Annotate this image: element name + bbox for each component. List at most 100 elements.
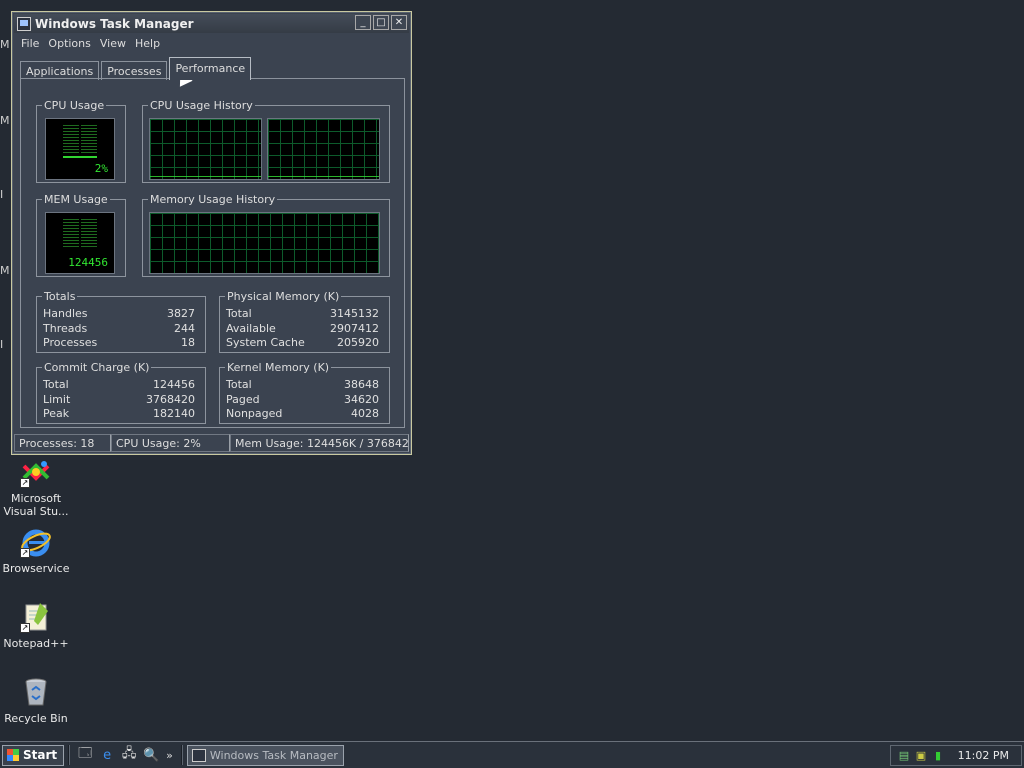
mem-usage-meter: 124456 [45, 212, 115, 274]
row-name: Total [226, 378, 252, 391]
row-value: 182140 [153, 407, 195, 420]
notepad-plus-plus-icon: ↗ [20, 601, 52, 633]
row-value: 244 [174, 322, 195, 335]
quick-launch-search-icon[interactable]: 🔍 [142, 746, 160, 764]
commit-row-total: Total 124456 [43, 378, 195, 392]
maximize-button[interactable]: □ [373, 15, 389, 30]
desktop-edge-glyph: I [0, 188, 4, 201]
task-manager-window[interactable]: Windows Task Manager _ □ ✕ File Options … [11, 11, 412, 455]
row-name: Limit [43, 393, 71, 406]
totals-group: Totals Handles 3827 Threads 244 Processes 1… [36, 290, 206, 353]
mem-usage-group: MEM Usage 124456 [36, 193, 126, 277]
status-bar: Processes: 18 CPU Usage: 2% Mem Usage: 1… [14, 434, 409, 452]
recycle-bin-icon [20, 676, 52, 708]
commit-charge-label: Commit Charge (K) [44, 361, 150, 374]
taskbar-button-label: Windows Task Manager [209, 748, 338, 762]
maximize-icon: □ [376, 17, 386, 28]
row-name: Paged [226, 393, 260, 406]
cpu-usage-bars [63, 125, 97, 155]
quick-launch-network-icon[interactable]: 🖧 [120, 746, 138, 764]
physical-memory-label: Physical Memory (K) [227, 290, 340, 303]
row-value: 3827 [167, 307, 195, 320]
row-value: 3768420 [146, 393, 195, 406]
row-name: Threads [43, 322, 88, 335]
taskbar-button-task-manager[interactable]: Windows Task Manager [186, 744, 344, 766]
window-controls: _ □ ✕ [355, 15, 407, 30]
row-name: Available [226, 322, 276, 335]
tray-task-manager-icon[interactable]: ▮ [931, 749, 945, 763]
title-bar[interactable]: Windows Task Manager _ □ ✕ [14, 14, 409, 33]
start-button[interactable]: Start [2, 744, 65, 766]
cpu-usage-meter: 2% [45, 118, 115, 180]
mem-history-graph [149, 212, 380, 274]
window-title: Windows Task Manager [35, 16, 194, 31]
cpu-history-graph-core-2 [267, 118, 380, 180]
mem-usage-label: MEM Usage [44, 193, 108, 206]
menu-bar: File Options View Help [14, 35, 409, 53]
task-manager-app-icon [17, 16, 31, 31]
mem-history-label: Memory Usage History [150, 193, 276, 206]
desktop-edge-glyph: M [0, 114, 10, 127]
kernel-memory-group: Kernel Memory (K) Total 38648 Paged 34620 … [219, 361, 390, 424]
taskbar-separator [180, 745, 183, 765]
cpu-history-graph-core-1 [149, 118, 262, 180]
row-value: 2907412 [330, 322, 379, 335]
row-value: 124456 [153, 378, 195, 391]
row-value: 38648 [344, 378, 379, 391]
quick-launch-browser-icon[interactable]: e [98, 746, 116, 764]
minimize-button[interactable]: _ [355, 15, 371, 30]
menu-options[interactable]: Options [45, 35, 96, 53]
taskbar: Start 🗔 e 🖧 🔍 » Windows Task Manager ▤ ▣… [0, 741, 1024, 768]
desktop-edge-glyph: I [0, 338, 4, 351]
status-cpu-usage: CPU Usage: 2% [111, 434, 230, 452]
close-button[interactable]: ✕ [391, 15, 407, 30]
desktop-edge-glyph: M [0, 264, 10, 277]
row-name: Nonpaged [226, 407, 283, 420]
desktop-icon-visual-studio[interactable]: ↗ Microsoft Visual Stu... [0, 456, 72, 518]
row-name: Total [226, 307, 252, 320]
cpu-usage-group: CPU Usage 2% [36, 99, 126, 183]
cpu-history-group: CPU Usage History [142, 99, 390, 183]
row-name: Total [43, 378, 69, 391]
mem-usage-value: 124456 [68, 256, 108, 269]
status-mem-usage: Mem Usage: 124456K / 3768420K [230, 434, 409, 452]
desktop-icon-browservice[interactable]: ↗ Browservice [0, 526, 72, 575]
physical-row-available: Available 2907412 [226, 322, 379, 336]
physical-row-system-cache: System Cache 205920 [226, 336, 379, 350]
row-name: Handles [43, 307, 88, 320]
desktop-icon-label: Microsoft Visual Stu... [3, 492, 69, 518]
desktop-icon-label: Browservice [2, 562, 70, 575]
internet-explorer-icon: ↗ [20, 526, 52, 558]
tab-performance[interactable]: Performance [169, 57, 252, 80]
quick-launch-desktop-icon[interactable]: 🗔 [76, 746, 94, 764]
kernel-row-nonpaged: Nonpaged 4028 [226, 407, 379, 421]
tray-monitor-icon[interactable]: ▣ [914, 749, 928, 763]
menu-file[interactable]: File [18, 35, 45, 53]
commit-row-limit: Limit 3768420 [43, 393, 195, 407]
menu-help[interactable]: Help [132, 35, 166, 53]
task-manager-app-icon [191, 748, 206, 762]
cpu-history-label: CPU Usage History [150, 99, 253, 112]
minimize-icon: _ [360, 17, 366, 28]
close-icon: ✕ [394, 17, 404, 28]
mem-usage-bars [63, 219, 97, 249]
taskbar-clock[interactable]: 11:02 PM [958, 749, 1009, 762]
totals-row-threads: Threads 244 [43, 322, 195, 336]
physical-memory-group: Physical Memory (K) Total 3145132 Availab… [219, 290, 390, 353]
tray-network-icon[interactable]: ▤ [897, 749, 911, 763]
menu-view[interactable]: View [97, 35, 132, 53]
totals-row-handles: Handles 3827 [43, 307, 195, 321]
row-value: 4028 [351, 407, 379, 420]
system-tray: ▤ ▣ ▮ 11:02 PM [890, 745, 1022, 766]
performance-panel: CPU Usage 2% CPU Usage History MEM Usage… [20, 78, 405, 428]
desktop-icon-label: Recycle Bin [4, 712, 68, 725]
quick-launch-more-icon[interactable]: » [166, 749, 173, 762]
desktop-icon-notepad-plus-plus[interactable]: ↗ Notepad++ [0, 601, 72, 650]
desktop-icon-recycle-bin[interactable]: Recycle Bin [0, 676, 72, 725]
row-value: 3145132 [330, 307, 379, 320]
cpu-usage-label: CPU Usage [44, 99, 105, 112]
status-processes: Processes: 18 [14, 434, 111, 452]
row-name: Processes [43, 336, 98, 349]
cpu-usage-value: 2% [94, 162, 108, 175]
row-value: 18 [181, 336, 195, 349]
